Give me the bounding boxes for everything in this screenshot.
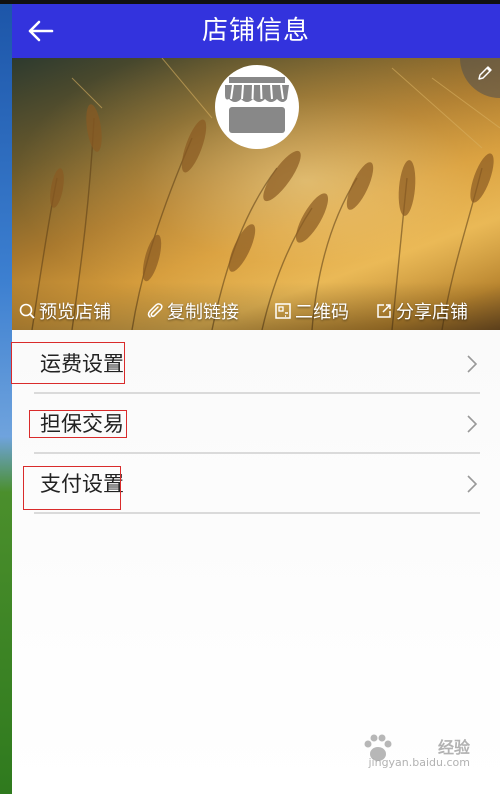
qrcode-label: 二维码: [295, 302, 349, 323]
menu-item-label: 支付设置: [40, 472, 124, 496]
watermark-url: jingyan.baidu.com: [368, 756, 470, 769]
shop-banner: 预览店铺 复制链接 二维码 分享店铺: [12, 58, 500, 330]
pencil-icon: [478, 66, 492, 80]
desktop-wallpaper: [0, 0, 12, 794]
chevron-right-icon: [467, 475, 478, 493]
storefront-icon: [225, 77, 289, 133]
copy-link-button[interactable]: 复制链接: [146, 298, 239, 324]
search-icon: [19, 303, 35, 319]
menu-item-shipping-settings[interactable]: 运费设置: [34, 334, 480, 394]
preview-shop-label: 预览店铺: [39, 302, 111, 323]
copy-link-label: 复制链接: [167, 302, 239, 323]
share-shop-label: 分享店铺: [396, 302, 468, 323]
banner-action-bar: 预览店铺 复制链接 二维码 分享店铺: [12, 294, 500, 328]
chevron-right-icon: [467, 355, 478, 373]
preview-shop-button[interactable]: 预览店铺: [18, 298, 111, 324]
menu-item-escrow-trade[interactable]: 担保交易: [34, 394, 480, 454]
share-shop-button[interactable]: 分享店铺: [375, 298, 468, 324]
header-bar: 店铺信息: [12, 4, 500, 58]
watermark: 经验 jingyan.baidu.com: [360, 728, 470, 772]
back-arrow-icon: [28, 20, 54, 42]
back-button[interactable]: [24, 14, 58, 48]
page-title: 店铺信息: [201, 16, 310, 46]
share-icon: [377, 304, 391, 318]
store-avatar[interactable]: [215, 65, 299, 149]
paperclip-icon: [147, 303, 163, 318]
qrcode-button[interactable]: 二维码: [274, 298, 349, 324]
qrcode-icon: [275, 303, 291, 319]
menu-item-label: 运费设置: [40, 352, 124, 376]
chevron-right-icon: [467, 415, 478, 433]
phone-screen: 店铺信息 预览店铺 复制链接 二维码 分享店铺 运费设置 担保交易 支付设置 经…: [12, 4, 500, 794]
watermark-text: 经验: [437, 738, 470, 757]
menu-item-label: 担保交易: [40, 412, 124, 436]
menu-item-payment-settings[interactable]: 支付设置: [34, 454, 480, 514]
